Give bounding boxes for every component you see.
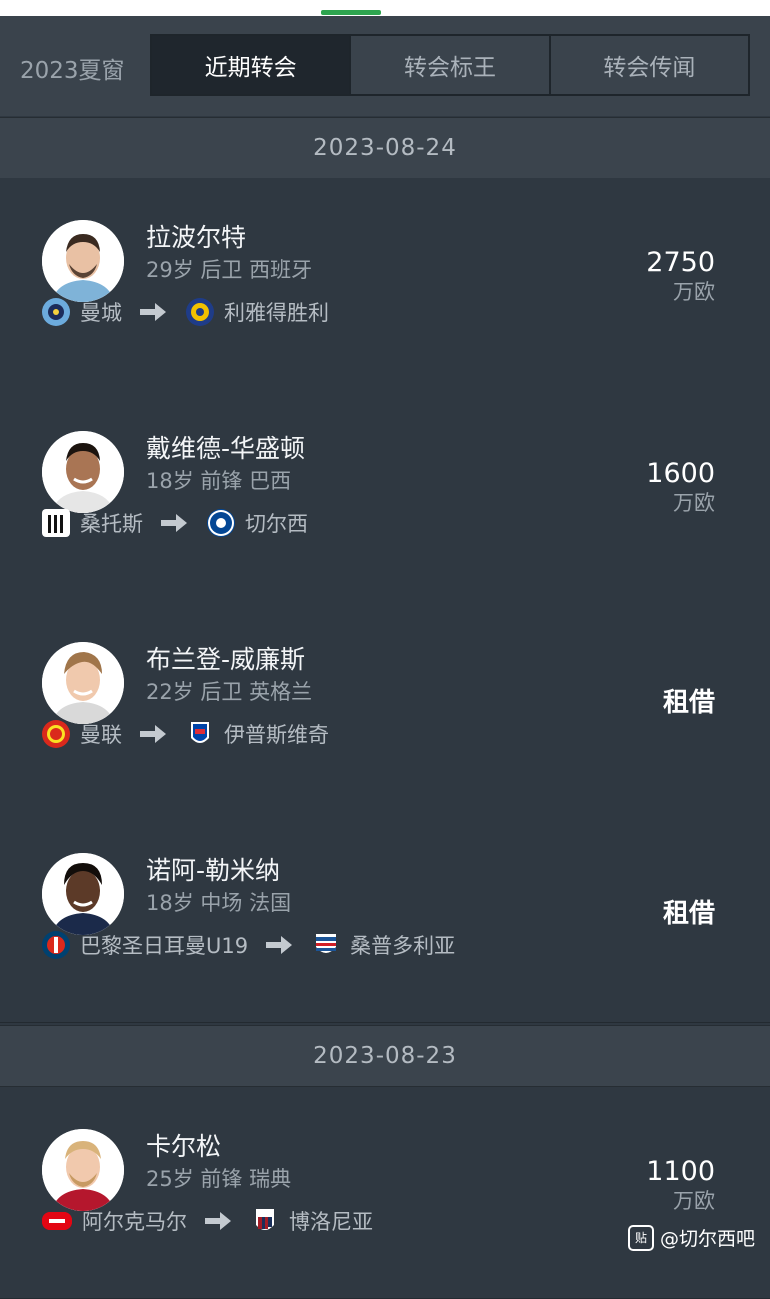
transfer-fee: 2750 万欧	[646, 248, 715, 306]
transfer-card[interactable]: 拉波尔特 29岁 后卫 西班牙 曼城 利雅得胜利 2750 万欧	[0, 178, 770, 390]
player-name: 诺阿-勒米纳	[146, 856, 281, 885]
man-united-crest-icon	[42, 720, 70, 748]
from-club: 巴黎圣日耳曼U19	[80, 934, 249, 958]
from-club: 曼城	[80, 301, 122, 325]
transfer-fee: 租借	[663, 682, 715, 719]
transfer-route: 桑托斯 切尔西	[42, 507, 308, 539]
to-club: 桑普多利亚	[350, 934, 456, 958]
transfer-route: 曼城 利雅得胜利	[42, 296, 329, 328]
al-nassr-crest-icon	[186, 298, 214, 326]
player-info: 25岁 前锋 瑞典	[146, 1167, 292, 1191]
arrow-right-icon	[138, 302, 168, 322]
loan-label: 租借	[662, 899, 715, 929]
transfer-card[interactable]: 诺阿-勒米纳 18岁 中场 法国 巴黎圣日耳曼U19 桑普多利亚 租借	[0, 811, 770, 1023]
player-name: 卡尔松	[146, 1132, 222, 1161]
player-name: 戴维德-华盛顿	[146, 434, 306, 463]
from-club: 桑托斯	[80, 512, 143, 536]
bologna-crest-icon	[251, 1207, 279, 1235]
transfer-card[interactable]: 戴维德-华盛顿 18岁 前锋 巴西 桑托斯 切尔西 1600 万欧	[0, 389, 770, 601]
date-header: 2023-08-23	[0, 1025, 770, 1087]
fee-unit: 万欧	[673, 1189, 715, 1213]
arrow-right-icon	[138, 724, 168, 744]
transfer-card[interactable]: 布兰登-威廉斯 22岁 后卫 英格兰 曼联 伊普斯维奇 租借	[0, 600, 770, 812]
arrow-right-icon	[264, 935, 294, 955]
santos-crest-icon	[42, 509, 70, 537]
fee-unit: 万欧	[673, 280, 715, 304]
fee-amount: 2750	[646, 247, 715, 278]
transfer-route: 曼联 伊普斯维奇	[42, 718, 329, 750]
transfer-route: 巴黎圣日耳曼U19 桑普多利亚	[42, 929, 455, 961]
fee-amount: 1100	[646, 1156, 715, 1187]
date-header: 2023-08-24	[0, 117, 770, 179]
top-status-strip	[0, 0, 770, 16]
watermark: 贴 @切尔西吧	[628, 1224, 755, 1251]
arrow-right-icon	[203, 1211, 233, 1231]
player-name: 拉波尔特	[146, 223, 247, 252]
player-avatar	[42, 1129, 124, 1211]
fee-amount: 1600	[646, 458, 715, 489]
to-club: 利雅得胜利	[224, 301, 329, 325]
season-label[interactable]: 2023夏窗	[20, 51, 125, 85]
transfer-tab-bar: 2023夏窗 近期转会 转会标王 转会传闻	[0, 16, 770, 116]
transfer-route: 阿尔克马尔 博洛尼亚	[42, 1205, 373, 1237]
transfer-card[interactable]: 卡尔松 25岁 前锋 瑞典 阿尔克马尔 博洛尼亚 1100 万欧	[0, 1087, 770, 1299]
player-avatar	[42, 220, 124, 302]
chelsea-crest-icon	[207, 509, 235, 537]
tab-transfer-rumors[interactable]: 转会传闻	[548, 36, 748, 94]
player-info: 18岁 中场 法国	[146, 891, 292, 915]
tab-group: 近期转会 转会标王 转会传闻	[150, 34, 750, 96]
player-info: 22岁 后卫 英格兰	[146, 680, 313, 704]
transfer-fee: 1600 万欧	[646, 459, 715, 517]
tieba-logo-icon: 贴	[628, 1224, 654, 1251]
player-info: 29岁 后卫 西班牙	[146, 258, 313, 282]
tab-recent-transfers[interactable]: 近期转会	[152, 36, 350, 94]
scroll-indicator	[321, 10, 381, 15]
tab-top-transfers[interactable]: 转会标王	[349, 36, 548, 94]
from-club: 曼联	[80, 723, 122, 747]
transfer-fee: 1100 万欧	[646, 1157, 715, 1215]
player-name: 布兰登-威廉斯	[146, 645, 306, 674]
player-avatar	[42, 642, 124, 724]
fee-unit: 万欧	[673, 491, 715, 515]
loan-label: 租借	[662, 688, 715, 718]
psg-crest-icon	[42, 931, 70, 959]
transfer-fee: 租借	[663, 893, 715, 930]
sampdoria-crest-icon	[312, 931, 340, 959]
ipswich-crest-icon	[186, 720, 214, 748]
to-club: 博洛尼亚	[289, 1210, 373, 1234]
az-alkmaar-crest-icon	[42, 1212, 72, 1230]
watermark-text: @切尔西吧	[660, 1228, 756, 1250]
player-info: 18岁 前锋 巴西	[146, 469, 292, 493]
man-city-crest-icon	[42, 298, 70, 326]
to-club: 伊普斯维奇	[224, 723, 329, 747]
to-club: 切尔西	[245, 512, 308, 536]
player-avatar	[42, 853, 124, 935]
from-club: 阿尔克马尔	[82, 1210, 187, 1234]
arrow-right-icon	[159, 513, 189, 533]
player-avatar	[42, 431, 124, 513]
